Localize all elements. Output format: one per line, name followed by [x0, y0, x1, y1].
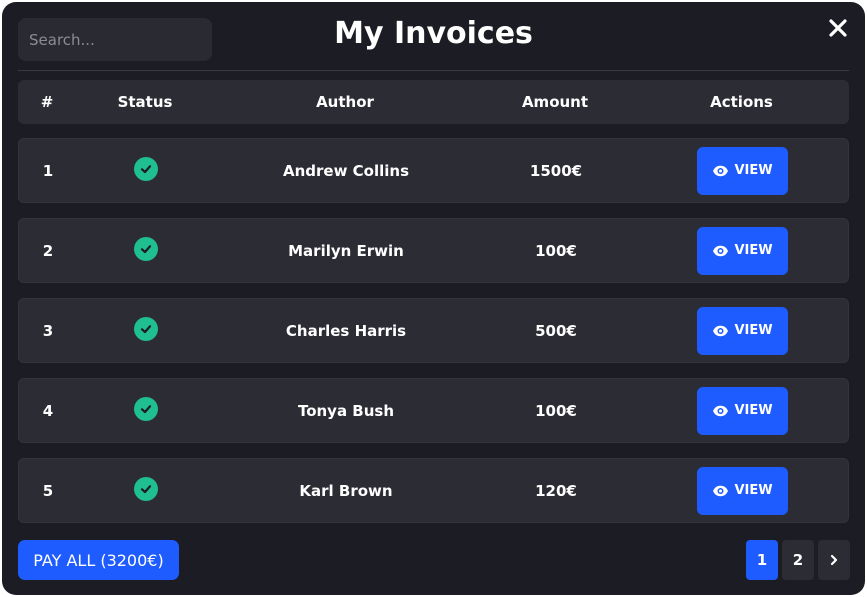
- eye-icon: [713, 165, 729, 176]
- view-button-label: VIEW: [734, 483, 773, 498]
- table-row: 2 Marilyn Erwin 100€ VIEW: [18, 218, 849, 283]
- actions-cell: VIEW: [635, 219, 850, 282]
- actions-cell: VIEW: [635, 299, 850, 362]
- column-header-number: #: [40, 93, 54, 111]
- check-circle-icon: [134, 316, 158, 341]
- search-input[interactable]: [18, 18, 212, 61]
- invoice-amount: 120€: [535, 481, 577, 500]
- check-circle-icon: [134, 476, 158, 501]
- next-page-button[interactable]: [818, 540, 850, 580]
- column-header-status: Status: [117, 93, 173, 111]
- table-row: 4 Tonya Bush 100€ VIEW: [18, 378, 849, 443]
- table-row: 3 Charles Harris 500€ VIEW: [18, 298, 849, 363]
- view-button-label: VIEW: [734, 403, 773, 418]
- eye-icon: [713, 485, 729, 496]
- invoice-amount: 100€: [535, 401, 577, 420]
- view-button[interactable]: VIEW: [697, 386, 788, 435]
- pay-all-button[interactable]: PAY ALL (3200€): [18, 540, 179, 580]
- column-header-author: Author: [316, 93, 374, 111]
- close-button[interactable]: [824, 14, 852, 42]
- status-cell: [77, 299, 215, 362]
- eye-icon: [713, 245, 729, 256]
- row-number: 5: [42, 481, 54, 500]
- check-circle-icon: [134, 156, 158, 181]
- invoices-window: My Invoices # Status Author Amount Actio…: [2, 2, 865, 595]
- close-icon: [829, 19, 847, 37]
- row-number: 4: [42, 401, 54, 420]
- status-cell: [77, 379, 215, 442]
- page-2-button[interactable]: 2: [782, 540, 814, 580]
- actions-cell: VIEW: [635, 139, 850, 202]
- table-header: # Status Author Amount Actions: [18, 80, 849, 124]
- eye-icon: [713, 325, 729, 336]
- row-number: 2: [42, 241, 54, 260]
- status-cell: [77, 219, 215, 282]
- view-button[interactable]: VIEW: [697, 466, 788, 515]
- check-circle-icon: [134, 236, 158, 261]
- view-button-label: VIEW: [734, 323, 773, 338]
- invoice-amount: 1500€: [529, 161, 583, 180]
- actions-cell: VIEW: [635, 379, 850, 442]
- invoice-amount: 500€: [535, 321, 577, 340]
- invoice-amount: 100€: [535, 241, 577, 260]
- header-divider: [18, 70, 849, 71]
- header: My Invoices: [2, 2, 865, 72]
- table-row: 5 Karl Brown 120€ VIEW: [18, 458, 849, 523]
- eye-icon: [713, 405, 729, 416]
- author-name: Andrew Collins: [282, 161, 410, 180]
- view-button[interactable]: VIEW: [697, 146, 788, 195]
- actions-cell: VIEW: [635, 459, 850, 522]
- view-button[interactable]: VIEW: [697, 306, 788, 355]
- table-body: 1 Andrew Collins 1500€ VIEW 2 Marilyn Er…: [18, 138, 849, 538]
- column-header-actions: Actions: [710, 93, 773, 111]
- author-name: Karl Brown: [299, 481, 393, 500]
- author-name: Marilyn Erwin: [288, 241, 404, 260]
- pagination: 1 2: [746, 540, 850, 580]
- author-name: Tonya Bush: [297, 401, 395, 420]
- status-cell: [77, 459, 215, 522]
- view-button[interactable]: VIEW: [697, 226, 788, 275]
- row-number: 3: [42, 321, 54, 340]
- status-cell: [77, 139, 215, 202]
- chevron-right-icon: [830, 554, 838, 566]
- check-circle-icon: [134, 396, 158, 421]
- page-1-button[interactable]: 1: [746, 540, 778, 580]
- view-button-label: VIEW: [734, 243, 773, 258]
- table-row: 1 Andrew Collins 1500€ VIEW: [18, 138, 849, 203]
- row-number: 1: [42, 161, 54, 180]
- view-button-label: VIEW: [734, 163, 773, 178]
- author-name: Charles Harris: [285, 321, 407, 340]
- column-header-amount: Amount: [521, 93, 589, 111]
